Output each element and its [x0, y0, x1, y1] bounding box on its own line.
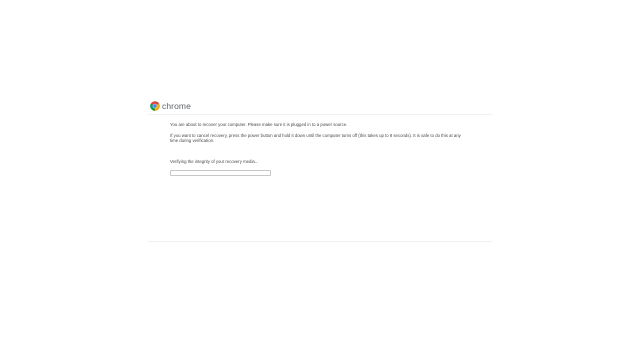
recovery-panel: chrome You are about to recover your com…	[148, 97, 492, 243]
chrome-brand: chrome	[150, 100, 191, 112]
verification-status-text: Verifying the integrity of your recovery…	[170, 159, 259, 164]
chrome-logo-icon	[150, 101, 160, 111]
cancel-instructions-text: If you want to cancel recovery, press th…	[170, 133, 461, 144]
footer-divider	[148, 241, 492, 242]
verification-progress-bar	[170, 170, 271, 176]
recovery-screen: chrome You are about to recover your com…	[0, 0, 640, 360]
recovery-intro-text: You are about to recover your computer. …	[170, 122, 348, 127]
header-divider	[148, 114, 492, 115]
brand-name: chrome	[162, 101, 191, 111]
